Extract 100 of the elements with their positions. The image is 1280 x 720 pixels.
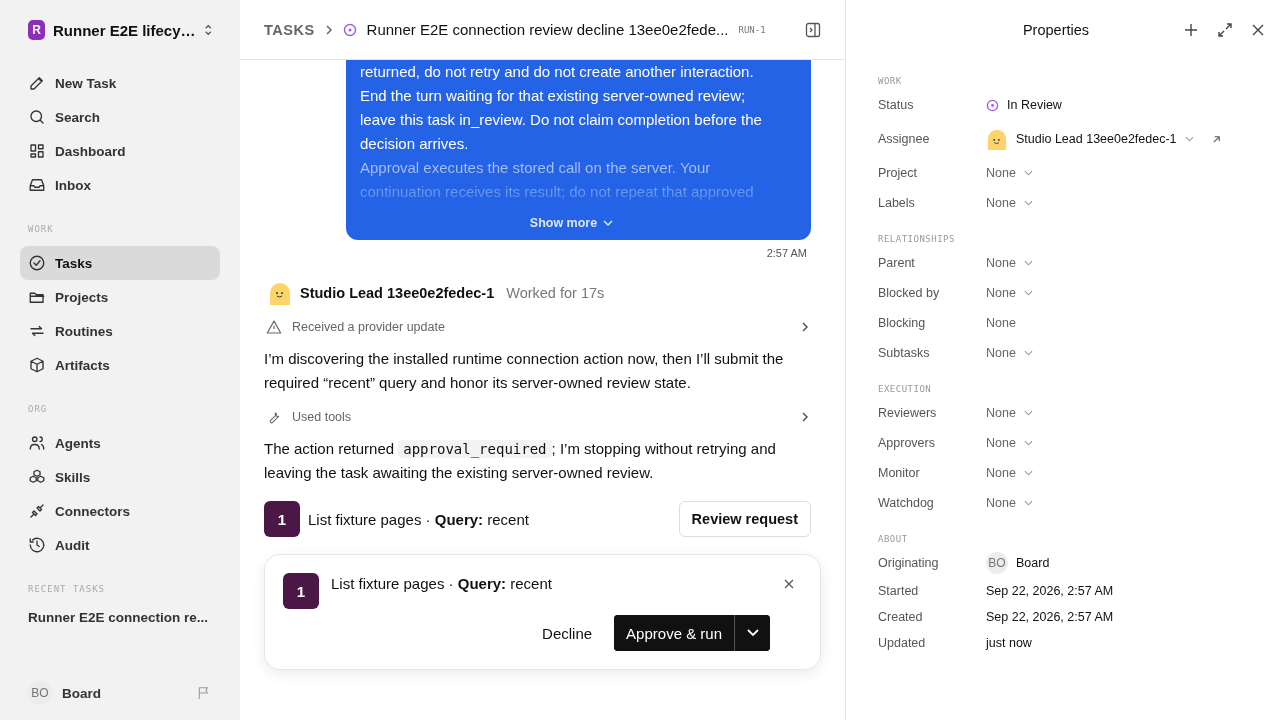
chevron-down-icon[interactable] [1023, 350, 1033, 356]
user-avatar: BO [986, 552, 1008, 574]
chevron-down-icon[interactable] [1023, 440, 1033, 446]
chevron-down-icon[interactable] [1023, 290, 1033, 296]
close-icon[interactable] [784, 579, 794, 589]
request-number: 1 [264, 501, 300, 537]
property-value[interactable]: None [986, 466, 1016, 480]
property-value: just now [986, 636, 1032, 650]
property-label: Updated [878, 636, 927, 650]
chevron-down-icon[interactable] [1023, 260, 1033, 266]
property-label: Parent [878, 256, 916, 270]
property-value[interactable]: None [986, 256, 1016, 270]
property-label: Reviewers [878, 406, 938, 420]
external-link-icon[interactable] [1211, 134, 1221, 144]
property-value[interactable]: In Review [1007, 98, 1062, 112]
nav-item[interactable]: New Task [20, 66, 220, 100]
nav-item[interactable]: Search [20, 100, 220, 134]
property-label: Project [878, 166, 918, 180]
nav-item[interactable]: Agents [20, 426, 220, 460]
message-text: returned, do not retry and do not create another interaction. End the turn waiting for that existing server-owned review; leave this task in_review. Do not claim completion before the decision arrives. [360, 62, 763, 154]
task-title: Runner E2E connection review decline 13ee0e2fede... [366, 21, 729, 38]
breadcrumb-link[interactable]: TASKS [264, 21, 315, 38]
property-label: Originating [878, 556, 940, 570]
recent-task[interactable]: Runner E2E connection re... [20, 610, 220, 625]
property-value[interactable]: None [986, 316, 1016, 330]
chevron-updown-icon[interactable] [203, 23, 212, 37]
workspace-logo: R [28, 20, 45, 40]
chevron-down-icon[interactable] [1023, 470, 1033, 476]
status-icon [342, 22, 357, 37]
user-name[interactable]: Board [62, 685, 186, 701]
search-icon [28, 108, 46, 126]
add-icon[interactable] [1184, 23, 1198, 37]
property-label: Subtasks [878, 346, 931, 360]
nav-item[interactable]: Audit [20, 528, 220, 562]
property-value[interactable]: None [986, 286, 1016, 300]
chevron-down-icon[interactable] [1184, 136, 1194, 142]
people-icon [28, 434, 46, 452]
nav-item[interactable]: Inbox [20, 168, 220, 202]
show-more-button[interactable]: Show more [360, 216, 783, 230]
property-value[interactable]: Studio Lead 13ee0e2fedec-1 [1016, 132, 1177, 146]
activity-row[interactable]: Used tools [264, 409, 811, 425]
avatar-icon [268, 281, 292, 305]
message-time: 2:57 AM [766, 247, 807, 259]
history-icon [28, 536, 46, 554]
nav-item[interactable]: Projects [20, 280, 220, 314]
property-value: Board [1016, 556, 1050, 570]
plug-icon [28, 502, 46, 520]
section-heading: EXECUTION [878, 384, 933, 394]
dashboard-icon [28, 142, 46, 160]
property-label: Created [878, 610, 924, 624]
property-value[interactable]: None [986, 166, 1016, 180]
request-number: 1 [283, 573, 319, 609]
property-value[interactable]: None [986, 406, 1016, 420]
cubes-icon [28, 468, 46, 486]
property-value[interactable]: None [986, 346, 1016, 360]
nav-item[interactable]: Tasks [20, 246, 220, 280]
chevron-down-icon[interactable] [1023, 410, 1033, 416]
nav-item[interactable]: Routines [20, 314, 220, 348]
expand-icon[interactable] [1218, 23, 1232, 37]
agent-message: I’m discovering the installed runtime connection action now, then I’ll submit the required “recent” query and honor its server-owned review state. [264, 349, 785, 393]
chevron-down-icon[interactable] [1023, 170, 1033, 176]
agent-message: The action returned approval_required ; I’m stopping without retrying and leaving the task awaiting the existing server-owned review. [264, 439, 777, 483]
caret-icon [603, 219, 614, 227]
chevron-down-icon[interactable] [1023, 500, 1033, 506]
cube-icon [28, 356, 46, 374]
review-request-button[interactable]: Review request [678, 501, 811, 537]
nav-item[interactable]: Artifacts [20, 348, 220, 382]
decline-button[interactable]: Decline [534, 615, 601, 651]
nav-item[interactable]: Skills [20, 460, 220, 494]
section-heading: WORK [27, 224, 55, 234]
close-icon[interactable] [1252, 24, 1264, 36]
status-icon [986, 98, 999, 112]
workspace-name[interactable]: Runner E2E lifecy… [52, 21, 196, 39]
property-label: Started [878, 584, 920, 598]
nav-item[interactable]: Connectors [20, 494, 220, 528]
request-summary: List fixture pages · Query: recent [331, 575, 552, 592]
property-label: Watchdog [878, 496, 935, 510]
property-value: Sep 22, 2026, 2:57 AM [986, 584, 1114, 598]
activity-row[interactable]: Received a provider update [264, 319, 811, 335]
user-avatar: BO [28, 681, 52, 705]
property-value[interactable]: None [986, 196, 1016, 210]
agent-name: Studio Lead 13ee0e2fedec-1 [300, 285, 495, 301]
warning-icon [266, 319, 282, 335]
property-value[interactable]: None [986, 436, 1016, 450]
section-heading: RELATIONSHIPS [878, 234, 956, 244]
nav-item[interactable]: Dashboard [20, 134, 220, 168]
panel-toggle-icon[interactable] [805, 21, 821, 38]
run-id: RUN-1 [738, 24, 766, 35]
dropdown-button[interactable] [734, 615, 770, 651]
property-label: Monitor [878, 466, 921, 480]
chevron-down-icon[interactable] [1023, 200, 1033, 206]
property-label: Approvers [878, 436, 936, 450]
inbox-icon [28, 176, 46, 194]
avatar-icon [986, 128, 1008, 150]
request-summary: List fixture pages · Query: recent [308, 510, 529, 528]
section-heading: ABOUT [878, 534, 909, 544]
property-value[interactable]: None [986, 496, 1016, 510]
section-heading: WORK [878, 76, 903, 86]
property-label: Status [878, 98, 915, 112]
caret-icon [746, 629, 759, 637]
